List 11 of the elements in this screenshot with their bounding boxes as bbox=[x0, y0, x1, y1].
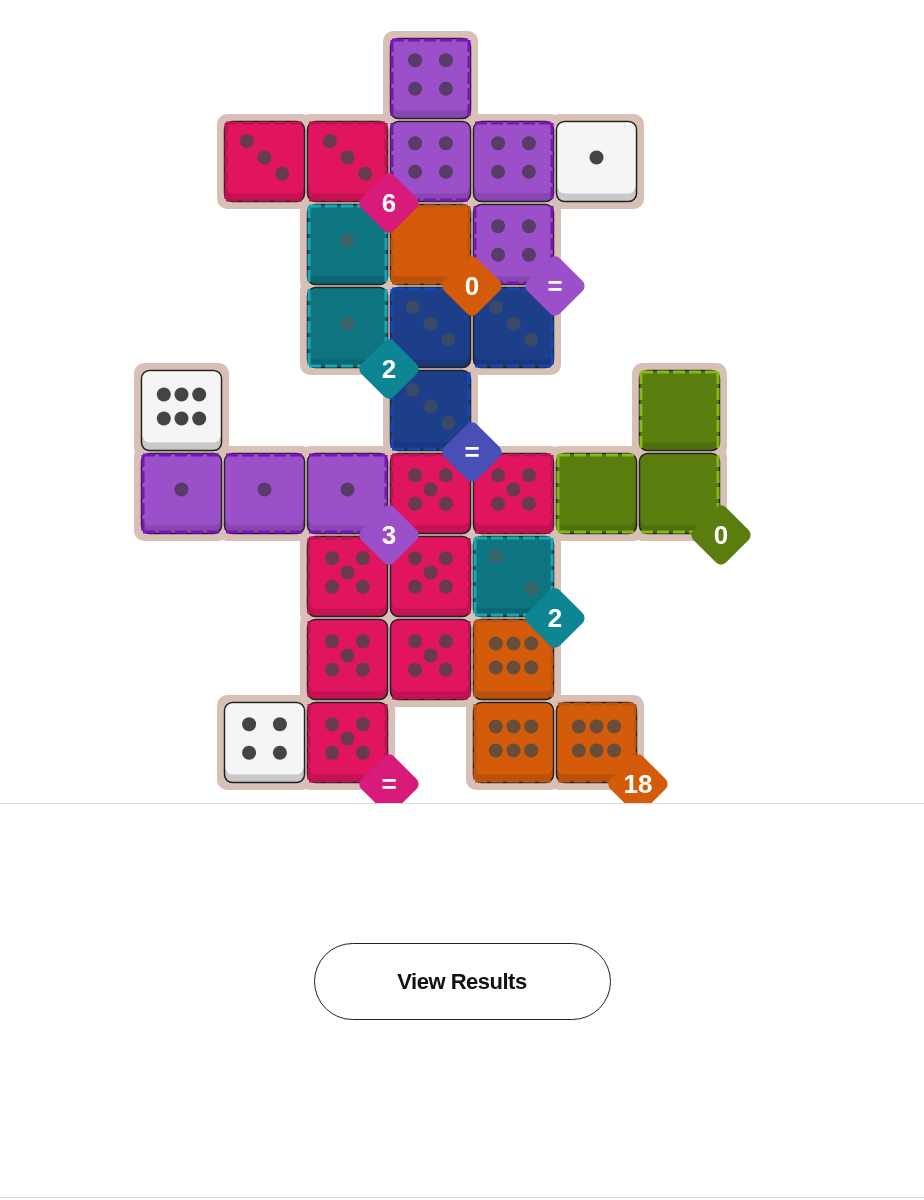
constraint-badge: 2 bbox=[522, 585, 588, 651]
constraint-badge: 18 bbox=[605, 751, 671, 803]
constraint-badge: 6 bbox=[356, 170, 422, 236]
constraint-badge: 3 bbox=[356, 502, 422, 568]
constraint-badge: 2 bbox=[356, 336, 422, 402]
constraint-badge: = bbox=[522, 253, 588, 319]
constraint-badge: = bbox=[356, 751, 422, 803]
constraint-badge: 0 bbox=[439, 253, 505, 319]
view-results-button[interactable]: View Results bbox=[313, 943, 611, 1020]
constraint-badge: 0 bbox=[688, 502, 754, 568]
constraint-badge: = bbox=[439, 419, 505, 485]
